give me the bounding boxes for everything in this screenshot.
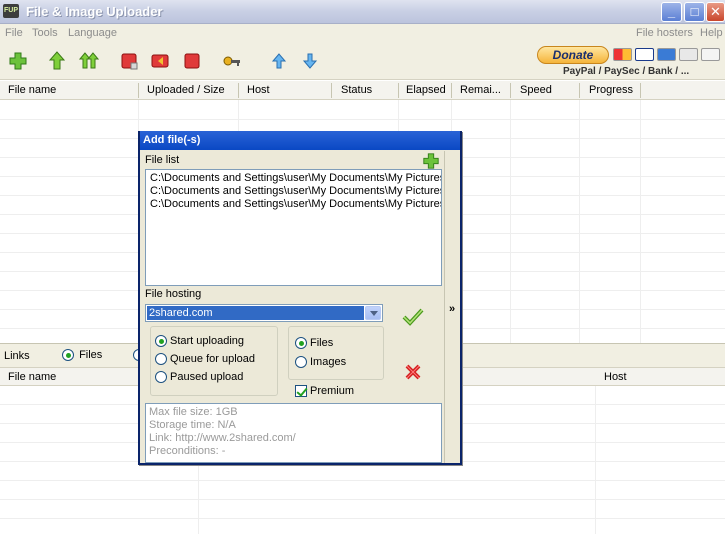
cancel-button[interactable] <box>404 363 422 381</box>
dialog-expand-panel[interactable]: » <box>444 151 459 463</box>
host-select[interactable]: 2shared.com <box>145 304 383 322</box>
links-col-file-name[interactable]: File name <box>8 371 56 383</box>
col-file-name[interactable]: File name <box>8 84 56 96</box>
paysec-icon <box>701 48 720 61</box>
premium-label: Premium <box>310 385 355 397</box>
remove-icon[interactable] <box>182 51 202 71</box>
radio-icon[interactable] <box>155 353 167 365</box>
amex-icon <box>657 48 676 61</box>
radio-icon[interactable] <box>155 335 167 347</box>
menu-tools[interactable]: Tools <box>32 27 58 39</box>
title-bar: FUP File & Image Uploader _ □ ✕ <box>0 0 725 24</box>
col-status[interactable]: Status <box>341 84 372 96</box>
move-down-icon[interactable] <box>300 51 320 71</box>
bank-icon <box>679 48 698 61</box>
links-col-host[interactable]: Host <box>604 371 627 383</box>
files-label: Files <box>310 337 334 349</box>
app-icon: FUP <box>3 4 19 18</box>
images-option[interactable]: Images <box>295 356 346 368</box>
preconditions-text: Preconditions: - <box>149 445 226 457</box>
menu-language[interactable]: Language <box>68 27 117 39</box>
file-hosting-label: File hosting <box>145 288 202 300</box>
list-item[interactable]: C:\Documents and Settings\user\My Docume… <box>150 185 441 198</box>
checkmark-icon <box>402 308 424 326</box>
col-speed[interactable]: Speed <box>520 84 552 96</box>
upload-all-icon[interactable] <box>78 51 100 71</box>
premium-checkbox[interactable]: Premium <box>295 385 354 397</box>
add-files-dialog: Add file(-s) File list C:\Documents and … <box>138 131 462 465</box>
stop-all-icon[interactable] <box>150 51 170 71</box>
type-group: Files Images <box>288 326 384 380</box>
host-info-box: Max file size: 1GB Storage time: N/A Lin… <box>145 403 442 463</box>
max-file-size-text: Max file size: 1GB <box>149 406 238 418</box>
col-remaining[interactable]: Remai... <box>460 84 501 96</box>
menu-help[interactable]: Help <box>700 27 723 39</box>
file-list-label: File list <box>145 154 180 166</box>
col-progress[interactable]: Progress <box>589 84 633 96</box>
add-icon <box>423 153 439 169</box>
paused-upload-label: Paused upload <box>170 371 244 383</box>
start-uploading-option[interactable]: Start uploading <box>155 335 244 347</box>
ok-button[interactable] <box>402 306 424 326</box>
payment-methods-text: PayPal / PaySec / Bank / ... <box>563 66 690 77</box>
images-label: Images <box>310 356 347 368</box>
upload-icon[interactable] <box>47 51 67 71</box>
radio-icon[interactable] <box>295 356 307 368</box>
queue-for-upload-option[interactable]: Queue for upload <box>155 353 255 365</box>
mastercard-icon <box>613 48 632 61</box>
storage-time-text: Storage time: N/A <box>149 419 236 431</box>
move-up-icon[interactable] <box>269 51 289 71</box>
add-file-button[interactable] <box>422 152 440 170</box>
links-files-label: Files <box>79 349 103 361</box>
minimize-button[interactable]: _ <box>661 2 682 22</box>
mode-group: Start uploading Queue for upload Paused … <box>150 326 278 396</box>
host-select-value: 2shared.com <box>147 306 364 320</box>
checkbox-icon[interactable] <box>295 385 307 397</box>
maximize-button[interactable]: □ <box>684 2 705 22</box>
links-label: Links <box>4 350 30 362</box>
stop-icon[interactable] <box>119 51 139 71</box>
expand-chevron-icon[interactable]: » <box>449 303 455 315</box>
col-host[interactable]: Host <box>247 84 270 96</box>
visa-icon <box>635 48 654 61</box>
radio-icon[interactable] <box>62 349 74 362</box>
list-item[interactable]: C:\Documents and Settings\user\My Docume… <box>150 172 441 185</box>
paused-upload-option[interactable]: Paused upload <box>155 371 243 383</box>
menu-file-hosters[interactable]: File hosters <box>636 27 693 39</box>
radio-icon[interactable] <box>295 337 307 349</box>
radio-icon[interactable] <box>155 371 167 383</box>
donate-button[interactable]: Donate <box>537 46 609 64</box>
dialog-title: Add file(-s) <box>140 131 460 150</box>
key-icon[interactable] <box>222 51 242 71</box>
menu-file[interactable]: File <box>5 27 23 39</box>
close-button[interactable]: ✕ <box>706 2 725 22</box>
col-elapsed[interactable]: Elapsed <box>406 84 446 96</box>
links-files-radio[interactable]: Files <box>62 349 103 362</box>
files-option[interactable]: Files <box>295 337 333 349</box>
col-uploaded-size[interactable]: Uploaded / Size <box>147 84 225 96</box>
window-title: File & Image Uploader <box>26 4 163 19</box>
list-item[interactable]: C:\Documents and Settings\user\My Docume… <box>150 198 441 211</box>
grid-header: File name Uploaded / Size Host Status El… <box>0 81 725 100</box>
host-link-text: Link: http://www.2shared.com/ <box>149 432 296 444</box>
start-uploading-label: Start uploading <box>170 335 244 347</box>
chevron-down-icon[interactable] <box>365 306 381 320</box>
add-icon[interactable] <box>8 51 28 71</box>
file-list[interactable]: C:\Documents and Settings\user\My Docume… <box>145 169 442 286</box>
cancel-icon <box>405 364 421 380</box>
menu-bar: File Tools Language File hosters Help <box>0 24 725 43</box>
queue-for-upload-label: Queue for upload <box>170 353 256 365</box>
